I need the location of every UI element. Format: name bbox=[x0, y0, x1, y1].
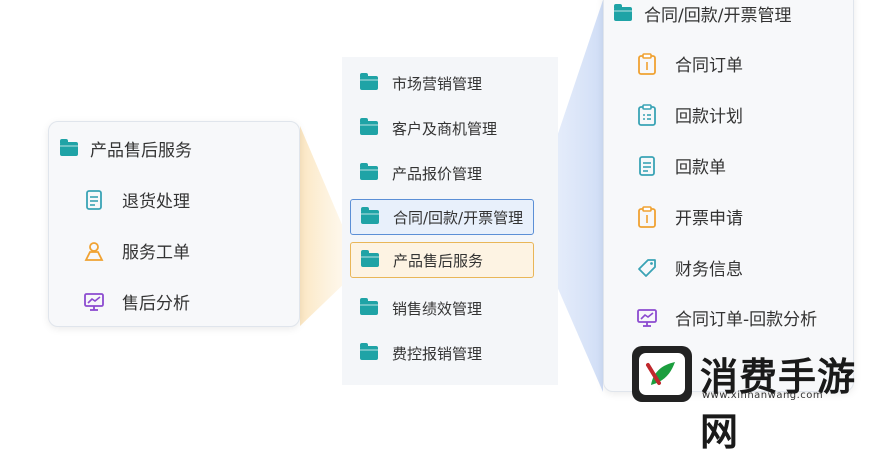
folder-icon bbox=[360, 298, 378, 315]
right-item-label: 回款计划 bbox=[675, 107, 743, 127]
menu-item-label: 合同/回款/开票管理 bbox=[393, 208, 524, 227]
menu-item-marketing[interactable]: 市场营销管理 bbox=[350, 65, 534, 101]
menu-item-contract[interactable]: 合同/回款/开票管理 bbox=[350, 199, 534, 235]
right-item-finance-info[interactable]: 财务信息 bbox=[637, 255, 743, 280]
right-item-label: 合同订单 bbox=[675, 56, 743, 76]
contract-title: 合同/回款/开票管理 bbox=[644, 6, 792, 26]
left-item-label: 服务工单 bbox=[122, 243, 190, 263]
folder-icon bbox=[361, 250, 379, 267]
menu-item-customer[interactable]: 客户及商机管理 bbox=[350, 110, 534, 146]
folder-icon bbox=[60, 138, 78, 156]
menu-item-after-sales[interactable]: 产品售后服务 bbox=[350, 242, 534, 278]
left-item-after-sales-analysis[interactable]: 售后分析 bbox=[84, 289, 190, 314]
menu-item-label: 产品报价管理 bbox=[392, 164, 483, 183]
clipboard-icon bbox=[637, 52, 657, 75]
menu-item-label: 市场营销管理 bbox=[392, 74, 483, 93]
document-icon bbox=[637, 155, 657, 176]
right-item-payment-plan[interactable]: 回款计划 bbox=[637, 102, 743, 127]
menu-item-quote[interactable]: 产品报价管理 bbox=[350, 155, 534, 191]
menu-item-expense[interactable]: 费控报销管理 bbox=[350, 335, 534, 371]
person-icon bbox=[84, 241, 104, 261]
left-item-service-order[interactable]: 服务工单 bbox=[84, 238, 190, 263]
right-item-label: 财务信息 bbox=[675, 260, 743, 280]
tag-icon bbox=[637, 258, 657, 278]
folder-icon bbox=[614, 3, 632, 21]
after-sales-title: 产品售后服务 bbox=[90, 141, 192, 161]
menu-item-label: 销售绩效管理 bbox=[392, 299, 483, 318]
right-item-contract-order[interactable]: 合同订单 bbox=[637, 51, 743, 76]
monitor-chart-icon bbox=[84, 292, 104, 312]
right-item-invoice-request[interactable]: 开票申请 bbox=[637, 204, 743, 229]
left-item-return[interactable]: 退货处理 bbox=[84, 187, 190, 212]
watermark-logo bbox=[632, 346, 692, 402]
contract-header[interactable]: 合同/回款/开票管理 bbox=[614, 1, 791, 26]
menu-item-performance[interactable]: 销售绩效管理 bbox=[350, 290, 534, 326]
right-item-label: 合同订单-回款分析 bbox=[675, 310, 818, 330]
watermark-url: www.xinnanwang.com bbox=[702, 390, 824, 401]
clipboard-icon bbox=[637, 205, 657, 228]
watermark-title: 消费手游网 bbox=[700, 354, 857, 454]
monitor-chart-icon bbox=[637, 308, 657, 328]
after-sales-header[interactable]: 产品售后服务 bbox=[60, 136, 192, 161]
menu-item-label: 客户及商机管理 bbox=[392, 119, 498, 138]
right-item-label: 开票申请 bbox=[675, 209, 743, 229]
leaf-logo-icon bbox=[646, 362, 675, 385]
document-icon bbox=[84, 189, 104, 210]
clipboard-list-icon bbox=[637, 103, 657, 126]
folder-icon bbox=[360, 163, 378, 180]
left-item-label: 售后分析 bbox=[122, 294, 190, 314]
menu-item-label: 产品售后服务 bbox=[393, 251, 484, 270]
right-item-contract-analysis[interactable]: 合同订单-回款分析 bbox=[637, 305, 817, 330]
folder-icon bbox=[360, 343, 378, 360]
right-item-label: 回款单 bbox=[675, 158, 726, 178]
folder-icon bbox=[360, 118, 378, 135]
right-item-payment-receipt[interactable]: 回款单 bbox=[637, 153, 726, 178]
left-item-label: 退货处理 bbox=[122, 192, 190, 212]
folder-icon bbox=[360, 73, 378, 90]
menu-item-label: 费控报销管理 bbox=[392, 344, 483, 363]
folder-icon bbox=[361, 207, 379, 224]
